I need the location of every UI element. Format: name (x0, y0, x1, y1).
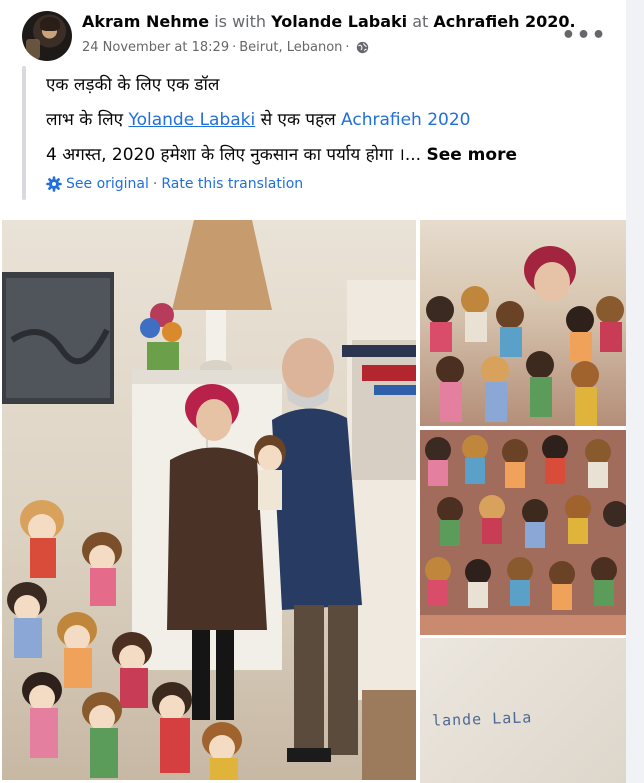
post-options-button[interactable]: ••• (561, 20, 605, 50)
location-link[interactable]: Beirut, Lebanon (239, 40, 342, 55)
post-timestamp-link[interactable]: 24 November at 18:29 (82, 40, 229, 55)
line3-text: 4 अगस्त, 2020 हमेशा के लिए नुकसान का पर्… (46, 145, 427, 165)
photo-middle-right-scene (420, 430, 626, 635)
at-text: at (412, 12, 429, 31)
see-original-link[interactable]: See original (66, 176, 149, 192)
embroidered-signature: lande LaLa (431, 708, 533, 730)
rate-translation-link[interactable]: Rate this translation (161, 176, 303, 192)
tagged-person-mention-link[interactable]: Yolande Labaki (128, 110, 255, 130)
avatar-glass (26, 39, 40, 59)
post-card: Akram Nehme is with Yolande Labaki at Ac… (0, 0, 627, 783)
translated-line-3: 4 अगस्त, 2020 हमेशा के लिए नुकसान का पर्… (46, 142, 517, 165)
post-meta: 24 November at 18:29 · Beirut, Lebanon · (82, 40, 369, 55)
translation-controls: See original · Rate this translation (46, 176, 303, 192)
translated-line-2: लाभ के लिए Yolande Labaki से एक पहल Achr… (46, 107, 471, 130)
photo-main[interactable] (2, 220, 416, 780)
photo-top-right-scene (426, 246, 624, 426)
avatar-hair (40, 17, 60, 31)
meta-separator: · (345, 40, 350, 55)
globe-icon[interactable] (356, 41, 369, 54)
author-avatar[interactable] (22, 11, 72, 61)
photo-top-right[interactable] (420, 220, 626, 426)
translated-line-1: एक लड़की के लिए एक डॉल (46, 75, 220, 95)
hashtag-link[interactable]: Achrafieh 2020 (341, 110, 470, 130)
see-more-button[interactable]: See more (426, 145, 517, 165)
photo-bottom-right[interactable]: lande LaLa (420, 638, 626, 783)
place-link[interactable]: Achrafieh 2020. (433, 12, 575, 31)
with-text: is with (214, 12, 267, 31)
author-name-link[interactable]: Akram Nehme (82, 12, 209, 31)
meta-separator: · (232, 40, 237, 55)
page-scrollbar-track[interactable] (626, 0, 644, 783)
gear-icon (46, 176, 62, 192)
photo-middle-right[interactable] (420, 430, 626, 635)
line2-prefix: लाभ के लिए (46, 110, 129, 130)
translation-quote-bar (22, 66, 26, 200)
translation-separator: · (152, 176, 158, 192)
line2-mid: से एक पहल (255, 110, 342, 130)
tagged-person-link[interactable]: Yolande Labaki (271, 12, 407, 31)
post-header: Akram Nehme is with Yolande Labaki at Ac… (82, 12, 576, 31)
photo-main-scene (2, 220, 416, 780)
